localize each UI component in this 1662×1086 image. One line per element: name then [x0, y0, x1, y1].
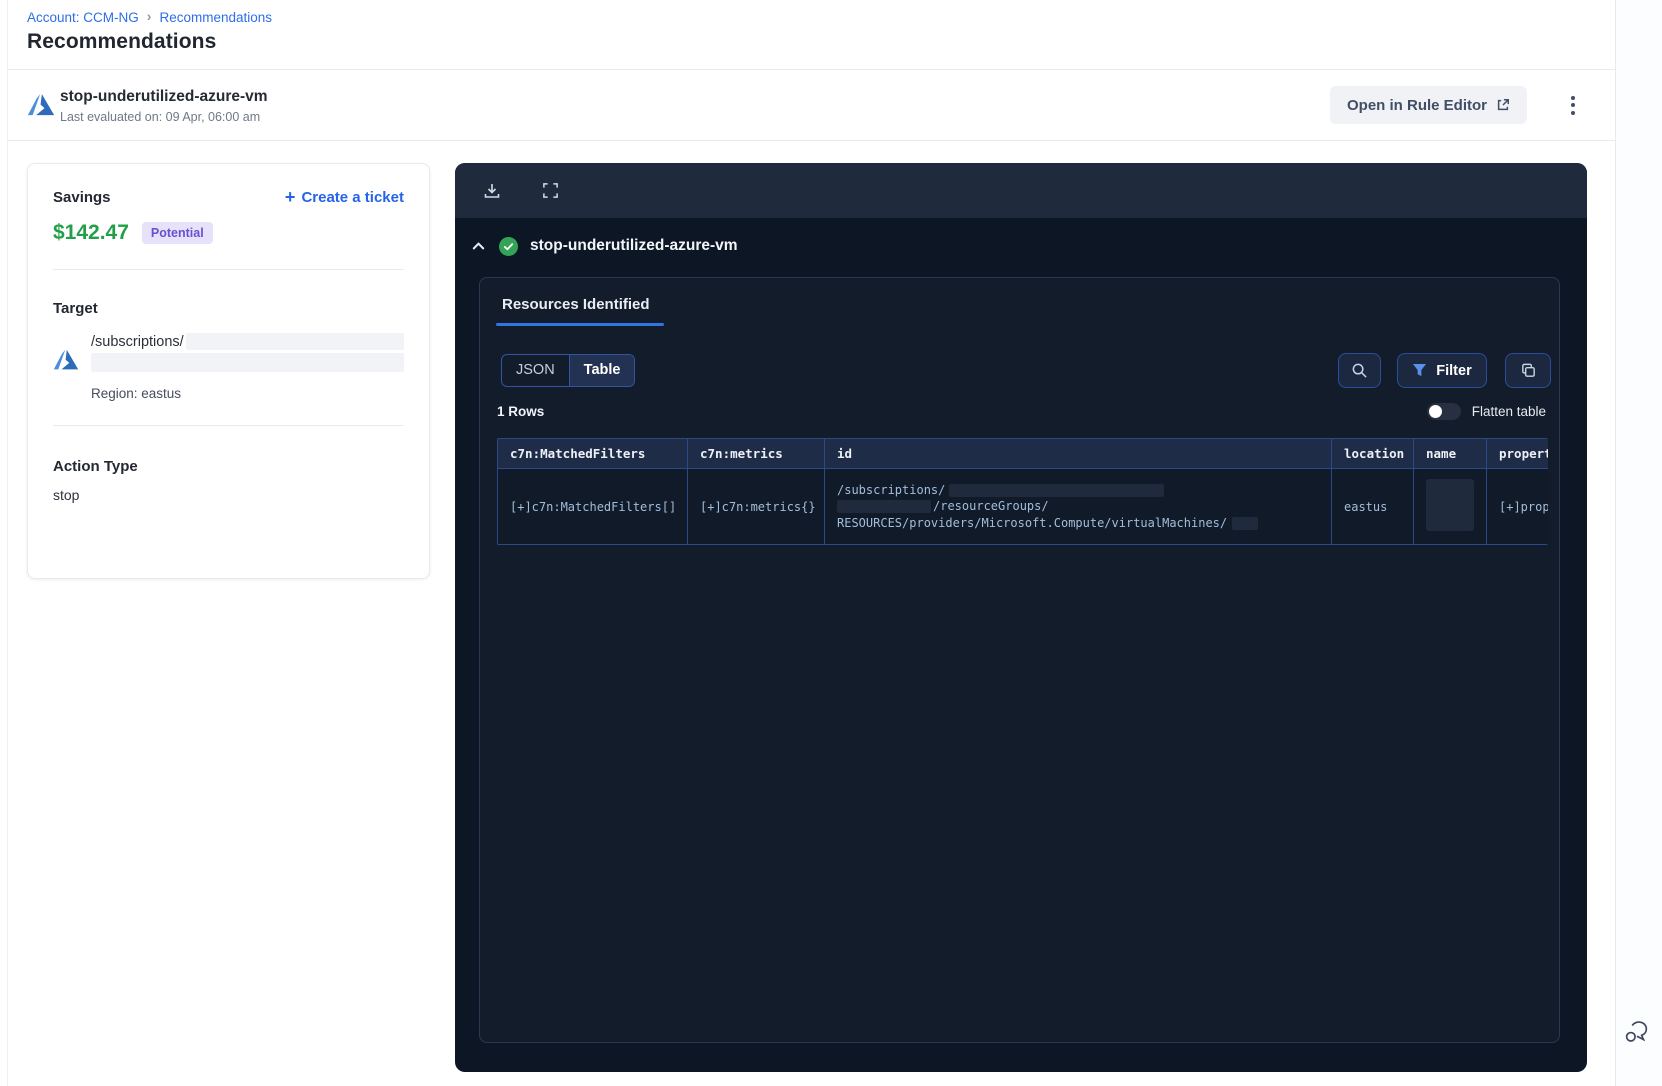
- results-panel: stop-underutilized-azure-vm Resources Id…: [455, 163, 1587, 1072]
- download-icon: [484, 183, 500, 198]
- filter-button[interactable]: Filter: [1397, 353, 1487, 388]
- chat-widget-button[interactable]: [1620, 1018, 1652, 1050]
- chevron-up-icon: [472, 241, 484, 249]
- savings-card: Savings + Create a ticket $142.47 Potent…: [27, 163, 430, 579]
- target-label: Target: [53, 300, 98, 317]
- breadcrumb-page-link[interactable]: Recommendations: [159, 10, 272, 25]
- col-location: location: [1331, 438, 1414, 469]
- cell-location: eastus: [1331, 468, 1414, 545]
- redacted-subscription-id: [185, 333, 404, 350]
- col-id: id: [824, 438, 1332, 469]
- search-icon: [1352, 363, 1367, 378]
- kebab-dot-icon: [1571, 103, 1575, 107]
- resources-table-container: c7n:MatchedFilters c7n:metrics id locati…: [497, 438, 1548, 545]
- rows-count: 1 Rows: [497, 404, 545, 419]
- kebab-dot-icon: [1571, 110, 1575, 115]
- savings-amount: $142.47: [53, 221, 129, 244]
- breadcrumb-account-link[interactable]: Account: CCM-NG: [27, 10, 139, 25]
- target-azure-icon: [53, 349, 79, 370]
- kebab-dot-icon: [1571, 95, 1575, 100]
- resources-identified-panel: Resources Identified JSON Table Filter 1…: [479, 277, 1560, 1043]
- card-divider: [53, 269, 404, 270]
- rule-name: stop-underutilized-azure-vm: [60, 88, 268, 105]
- open-in-rule-editor-button[interactable]: Open in Rule Editor: [1330, 86, 1528, 124]
- resources-table: c7n:MatchedFilters c7n:metrics id locati…: [497, 438, 1548, 545]
- table-header-row: c7n:MatchedFilters c7n:metrics id locati…: [497, 438, 1548, 469]
- id-line-3: RESOURCES/providers/Microsoft.Compute/vi…: [837, 515, 1228, 530]
- right-rail-divider: [1615, 0, 1616, 1086]
- action-type-value: stop: [53, 487, 80, 503]
- rule-last-evaluated: Last evaluated on: 09 Apr, 06:00 am: [60, 110, 261, 124]
- open-in-rule-editor-label: Open in Rule Editor: [1347, 96, 1488, 114]
- download-button[interactable]: [482, 181, 502, 201]
- tab-resources-identified[interactable]: Resources Identified: [496, 296, 656, 313]
- fullscreen-button[interactable]: [540, 181, 560, 201]
- panel-rule-name: stop-underutilized-azure-vm: [530, 237, 738, 254]
- savings-label: Savings: [53, 188, 111, 206]
- col-metrics: c7n:metrics: [687, 438, 825, 469]
- table-row: [+]c7n:MatchedFilters[] [+]c7n:metrics{}…: [497, 468, 1548, 545]
- chevron-right-icon: ›: [146, 8, 152, 24]
- toggle-knob-icon: [1428, 405, 1442, 418]
- redacted-id-segment: [1232, 516, 1259, 530]
- create-ticket-button[interactable]: + Create a ticket: [285, 188, 404, 206]
- page-title: Recommendations: [27, 30, 217, 53]
- col-name: name: [1413, 438, 1487, 469]
- action-type-label: Action Type: [53, 458, 138, 475]
- right-rail: [1616, 0, 1662, 1086]
- potential-badge: Potential: [141, 222, 213, 244]
- flatten-table-toggle[interactable]: [1426, 403, 1461, 420]
- col-matched-filters: c7n:MatchedFilters: [497, 438, 688, 469]
- redacted-target-line: [91, 353, 404, 372]
- breadcrumb: Account: CCM-NG › Recommendations: [27, 8, 272, 25]
- filter-label: Filter: [1436, 362, 1472, 379]
- plus-icon: +: [284, 187, 296, 207]
- view-toggle-json[interactable]: JSON: [502, 355, 569, 386]
- id-line-2: /resourceGroups/: [933, 499, 1049, 514]
- collapse-chevron-button[interactable]: [469, 237, 487, 255]
- cell-metrics-expander[interactable]: [+]c7n:metrics{}: [687, 468, 825, 545]
- cell-matched-filters-expander[interactable]: [+]c7n:MatchedFilters[]: [497, 468, 688, 545]
- redacted-id-segment: [949, 483, 1165, 497]
- redacted-id-segment: [837, 500, 931, 514]
- rule-header: stop-underutilized-azure-vm Last evaluat…: [8, 70, 1615, 141]
- azure-icon: [27, 94, 55, 116]
- external-link-icon: [1497, 99, 1510, 111]
- status-check-icon: [499, 236, 518, 256]
- cell-name: [1413, 468, 1487, 545]
- tab-active-underline: [496, 323, 664, 326]
- flatten-table-label: Flatten table: [1471, 404, 1546, 419]
- view-toggle: JSON Table: [501, 354, 636, 387]
- id-line-1: /subscriptions/: [837, 482, 946, 497]
- region-text: Region: eastus: [91, 386, 182, 401]
- col-properties: properties: [1486, 438, 1548, 469]
- card-divider: [53, 425, 404, 426]
- copy-button[interactable]: [1505, 353, 1551, 388]
- kebab-menu-button[interactable]: [1560, 89, 1586, 121]
- cell-properties-expander[interactable]: [+]properties{}: [1486, 468, 1548, 545]
- redacted-name: [1426, 479, 1474, 531]
- target-path: /subscriptions/: [91, 333, 184, 350]
- search-button[interactable]: [1338, 353, 1381, 388]
- filter-icon: [1413, 363, 1427, 377]
- view-toggle-table[interactable]: Table: [568, 355, 635, 386]
- create-ticket-label: Create a ticket: [301, 188, 404, 206]
- results-toolbar: [455, 163, 1587, 218]
- tab-bar: Resources Identified: [480, 278, 1559, 326]
- chat-icon: [1625, 1021, 1648, 1042]
- fullscreen-icon: [542, 183, 558, 198]
- content-left-border: [7, 0, 8, 1086]
- cell-id: /subscriptions/ /resourceGroups/ RESOURC…: [824, 468, 1332, 545]
- copy-icon: [1521, 363, 1535, 377]
